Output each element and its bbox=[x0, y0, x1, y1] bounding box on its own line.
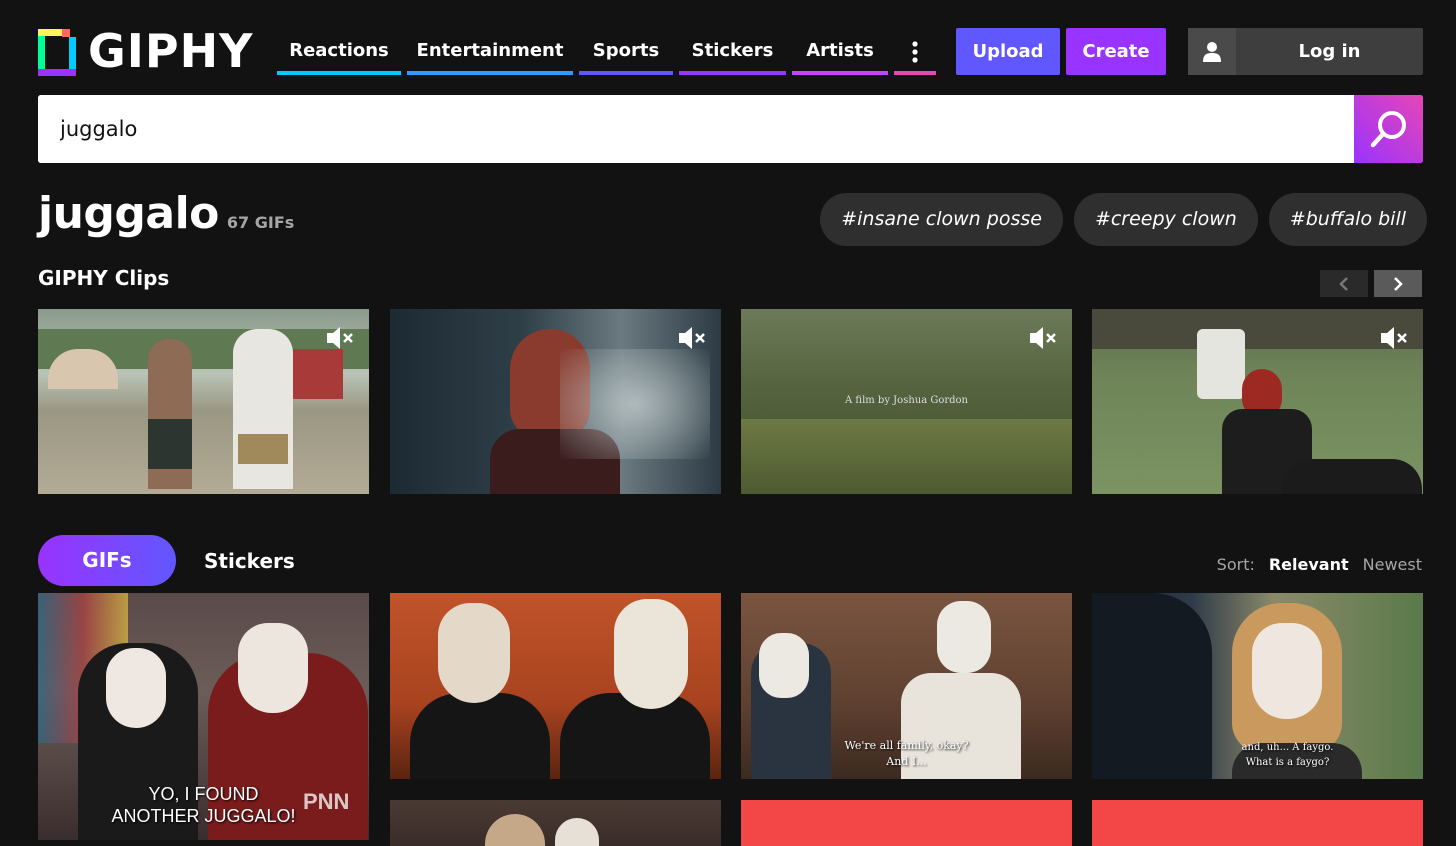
more-vertical-icon bbox=[912, 41, 918, 63]
content-tabs: GIFs Stickers bbox=[38, 535, 295, 586]
nav-label: Reactions bbox=[289, 40, 389, 61]
chevron-right-icon bbox=[1394, 276, 1403, 291]
search-input[interactable] bbox=[38, 95, 1354, 163]
sort-control: Sort: Relevant Newest bbox=[1217, 555, 1422, 574]
gif-thumbnail[interactable]: We're all family, okay? And I... bbox=[741, 593, 1072, 779]
nav-underline bbox=[894, 71, 936, 75]
login-button[interactable]: Log in bbox=[1188, 28, 1423, 75]
gif-thumbnail[interactable]: YO, I FOUND ANOTHER JUGGALO! PNN bbox=[38, 593, 369, 840]
nav-sports[interactable]: Sports bbox=[579, 30, 673, 75]
nav-underline bbox=[277, 71, 401, 75]
nav-underline bbox=[407, 71, 573, 75]
clips-section-title: GIPHY Clips bbox=[38, 266, 170, 290]
gif-caption: and, uh... A faygo. What is a faygo? bbox=[1241, 742, 1334, 768]
nav-underline bbox=[792, 71, 888, 75]
mute-icon[interactable] bbox=[1028, 325, 1058, 355]
gif-caption: We're all family, okay? And I... bbox=[844, 739, 969, 768]
giphy-logo-icon bbox=[38, 27, 76, 76]
nav-label: Sports bbox=[592, 40, 660, 61]
clip-thumbnail[interactable] bbox=[1092, 309, 1423, 494]
giphy-logo[interactable]: GIPHY bbox=[38, 27, 253, 76]
carousel-arrows bbox=[1320, 270, 1422, 297]
sort-label: Sort: bbox=[1216, 555, 1255, 574]
carousel-prev-button[interactable] bbox=[1320, 270, 1368, 297]
user-icon bbox=[1188, 28, 1236, 75]
page-title: juggalo bbox=[38, 188, 219, 239]
tag-pill[interactable]: #buffalo bill bbox=[1268, 193, 1427, 246]
nav-underline bbox=[579, 71, 673, 75]
sort-newest-option[interactable]: Newest bbox=[1363, 555, 1422, 574]
gif-count: 67 GIFs bbox=[226, 213, 295, 232]
gif-thumbnail[interactable] bbox=[390, 593, 721, 779]
related-tags: #insane clown posse #creepy clown #buffa… bbox=[809, 193, 1427, 246]
clip-thumbnail[interactable] bbox=[38, 309, 369, 494]
gif-thumbnail[interactable] bbox=[1092, 800, 1423, 846]
clip-thumbnail[interactable]: A film by Joshua Gordon bbox=[741, 309, 1072, 494]
sort-relevant-option[interactable]: Relevant bbox=[1269, 555, 1349, 574]
gif-thumbnail[interactable]: and, uh... A faygo. What is a faygo? bbox=[1092, 593, 1423, 779]
results-heading: juggalo 67 GIFs bbox=[38, 188, 294, 239]
nav-artists[interactable]: Artists bbox=[792, 30, 888, 75]
search-icon bbox=[1370, 111, 1406, 148]
mute-icon[interactable] bbox=[1379, 325, 1409, 355]
header: GIPHY Reactions Entertainment Sports Sti… bbox=[0, 0, 1456, 90]
nav-label: Stickers bbox=[691, 40, 774, 61]
tab-stickers[interactable]: Stickers bbox=[204, 549, 295, 573]
login-label: Log in bbox=[1298, 41, 1361, 62]
upload-button[interactable]: Upload bbox=[956, 28, 1060, 75]
carousel-next-button[interactable] bbox=[1374, 270, 1422, 297]
tag-pill[interactable]: #insane clown posse bbox=[820, 193, 1063, 246]
nav-label: Entertainment bbox=[416, 40, 564, 61]
nav-stickers[interactable]: Stickers bbox=[679, 30, 786, 75]
nav-underline bbox=[679, 71, 786, 75]
clip-thumbnail[interactable] bbox=[390, 309, 721, 494]
pnn-watermark: PNN bbox=[303, 789, 350, 814]
nav-more-button[interactable] bbox=[894, 30, 936, 75]
tab-gifs[interactable]: GIFs bbox=[38, 535, 176, 586]
search-button[interactable] bbox=[1354, 95, 1423, 163]
gif-thumbnail[interactable] bbox=[741, 800, 1072, 846]
create-button[interactable]: Create bbox=[1066, 28, 1166, 75]
brand-name: GIPHY bbox=[88, 24, 254, 78]
clip-caption: A film by Joshua Gordon bbox=[845, 395, 968, 406]
chevron-left-icon bbox=[1339, 276, 1348, 291]
nav-entertainment[interactable]: Entertainment bbox=[407, 30, 573, 75]
nav-label: Artists bbox=[806, 40, 874, 61]
mute-icon[interactable] bbox=[677, 325, 707, 355]
tag-pill[interactable]: #creepy clown bbox=[1073, 193, 1258, 246]
gif-thumbnail[interactable] bbox=[390, 800, 721, 846]
main-nav: Reactions Entertainment Sports Stickers … bbox=[277, 30, 942, 75]
search-bar bbox=[38, 95, 1423, 163]
nav-reactions[interactable]: Reactions bbox=[277, 30, 401, 75]
mute-icon[interactable] bbox=[325, 325, 355, 355]
